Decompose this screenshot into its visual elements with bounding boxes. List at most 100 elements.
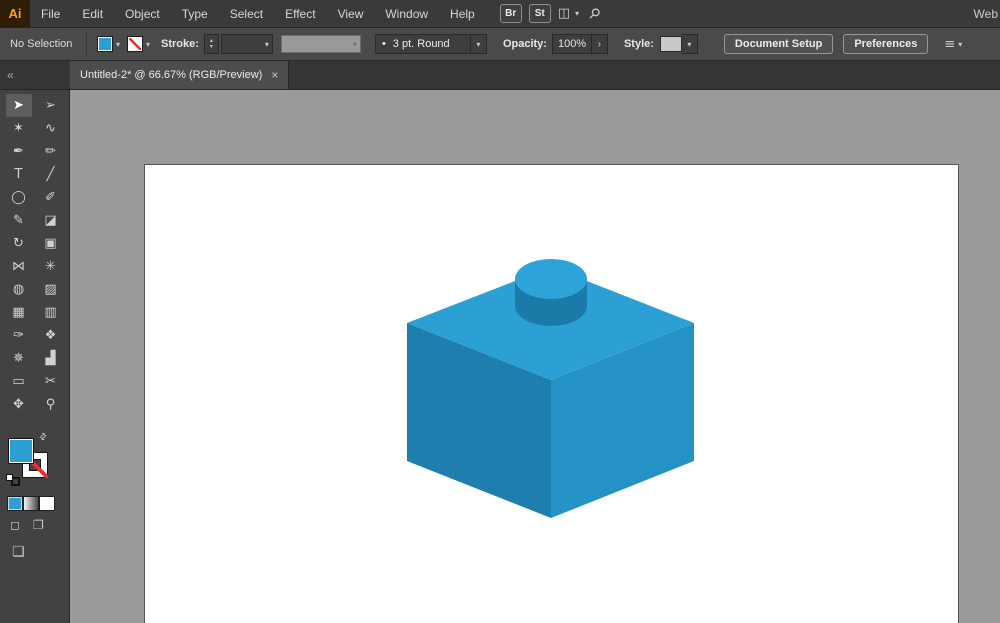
tool-pen-tool[interactable]: ✒ xyxy=(6,140,32,163)
brush-name: 3 pt. Round xyxy=(392,38,450,50)
style-label: Style: xyxy=(623,38,654,50)
chevron-down-icon: ▾ xyxy=(687,39,692,49)
menubar: Ai File Edit Object Type Select Effect V… xyxy=(0,0,1000,28)
preferences-button[interactable]: Preferences xyxy=(843,34,929,54)
tool-type-tool[interactable]: T xyxy=(6,163,32,186)
tool-eraser-tool[interactable]: ◪ xyxy=(38,209,64,232)
opacity-value: 100% xyxy=(557,38,587,50)
collapse-icon: « xyxy=(7,68,14,82)
menu-file[interactable]: File xyxy=(30,0,71,28)
stroke-weight-select[interactable]: ▾ xyxy=(220,34,273,54)
menu-select[interactable]: Select xyxy=(219,0,274,28)
bridge-button[interactable]: Br xyxy=(499,4,522,23)
tool-lasso-tool[interactable]: ∿ xyxy=(38,117,64,140)
menu-window[interactable]: Window xyxy=(374,0,439,28)
search-icon[interactable]: ⚲ xyxy=(585,4,604,23)
brush-dropdown-button[interactable]: ▾ xyxy=(470,34,487,54)
menu-object[interactable]: Object xyxy=(114,0,171,28)
default-fill-stroke-button[interactable] xyxy=(6,474,20,486)
tool-slice-tool[interactable]: ✂ xyxy=(38,370,64,393)
tool-free-transform-tool[interactable]: ✳ xyxy=(38,255,64,278)
tool-perspective-grid-tool[interactable]: ▨ xyxy=(38,278,64,301)
workspace-label[interactable]: Web xyxy=(974,7,998,21)
tool-symbol-sprayer-tool[interactable]: ✵ xyxy=(6,347,32,370)
canvas-artwork xyxy=(407,259,694,518)
chevron-down-icon: ▾ xyxy=(575,9,580,18)
draw-normal-button[interactable]: ◻ xyxy=(10,518,20,532)
gradient-button[interactable] xyxy=(23,496,39,511)
tools-panel: ➤ ➢ ✶ ∿ ✒ ✏ T ╱ ◯ ✐ ✎ ◪ ↻ ▣ ⋈ ✳ ◍ ▨ ▦ ▥ ✑ ❖ ✵ ▟ ▭ ✂ ✥ ⚲ ⇄ ◻ ❐ xyxy=(0,90,70,623)
stroke-color-swatch[interactable] xyxy=(127,36,144,52)
tool-shape-builder-tool[interactable]: ◍ xyxy=(6,278,32,301)
tool-paintbrush-tool[interactable]: ✐ xyxy=(38,186,64,209)
menu-type[interactable]: Type xyxy=(171,0,219,28)
tool-eyedropper-tool[interactable]: ✑ xyxy=(6,324,32,347)
fill-indicator-swatch[interactable] xyxy=(8,438,34,464)
tab-strip: « Untitled-2* @ 66.67% (RGB/Preview) × xyxy=(0,61,1000,90)
draw-behind-button[interactable]: ❐ xyxy=(33,518,44,532)
stepper-down-icon: ▾ xyxy=(209,43,213,50)
tool-width-tool[interactable]: ⋈ xyxy=(6,255,32,278)
stroke-weight-stepper[interactable]: ▴ ▾ xyxy=(203,34,219,54)
arrange-documents-button[interactable]: ◫ ▾ xyxy=(558,6,582,21)
tool-magic-wand-tool[interactable]: ✶ xyxy=(6,117,32,140)
color-mode-buttons xyxy=(7,496,55,511)
color-button[interactable] xyxy=(7,496,23,511)
align-dropdown[interactable]: ≡ ▾ xyxy=(944,37,965,52)
menu-view[interactable]: View xyxy=(327,0,375,28)
menu-edit[interactable]: Edit xyxy=(71,0,114,28)
tool-grid: ➤ ➢ ✶ ∿ ✒ ✏ T ╱ ◯ ✐ ✎ ◪ ↻ ▣ ⋈ ✳ ◍ ▨ ▦ ▥ ✑ ❖ ✵ ▟ ▭ ✂ ✥ ⚲ xyxy=(0,90,69,416)
tool-pencil-tool[interactable]: ✎ xyxy=(6,209,32,232)
tool-gradient-tool[interactable]: ▥ xyxy=(38,301,64,324)
menubar-icon-group: Br St ◫ ▾ ⚲ xyxy=(499,4,603,23)
tool-artboard-tool[interactable]: ▭ xyxy=(6,370,32,393)
stud-top xyxy=(515,259,587,299)
swap-fill-stroke-icon[interactable]: ⇄ xyxy=(38,431,50,443)
opacity-input[interactable]: 100% xyxy=(551,34,592,54)
document-setup-button[interactable]: Document Setup xyxy=(723,34,834,54)
style-dropdown-button[interactable]: ▾ xyxy=(681,34,698,54)
artwork-lego-brick[interactable] xyxy=(407,259,694,518)
stock-button[interactable]: St xyxy=(528,4,551,23)
screen-mode-button[interactable]: ❏ xyxy=(12,544,25,560)
stroke-profile-select[interactable]: ▾ xyxy=(280,35,361,53)
fill-color-swatch[interactable] xyxy=(97,36,113,52)
tool-rotate-tool[interactable]: ↻ xyxy=(6,232,32,255)
fill-chevron-down-icon[interactable]: ▾ xyxy=(113,40,123,49)
style-swatch[interactable] xyxy=(659,36,682,52)
tool-mesh-tool[interactable]: ▦ xyxy=(6,301,32,324)
none-button[interactable] xyxy=(39,496,55,511)
canvas-area[interactable] xyxy=(70,90,1000,623)
illustrator-window: Ai File Edit Object Type Select Effect V… xyxy=(0,0,1000,623)
opacity-flyout-button[interactable]: › xyxy=(591,34,608,54)
menu-effect[interactable]: Effect xyxy=(274,0,326,28)
drawing-mode-buttons: ◻ ❐ xyxy=(0,518,70,532)
tool-curvature-tool[interactable]: ✏ xyxy=(38,140,64,163)
opacity-label: Opacity: xyxy=(502,38,547,50)
tool-scale-tool[interactable]: ▣ xyxy=(38,232,64,255)
tool-ellipse-tool[interactable]: ◯ xyxy=(6,186,32,209)
document-tab[interactable]: Untitled-2* @ 66.67% (RGB/Preview) × xyxy=(70,61,290,89)
stroke-label: Stroke: xyxy=(161,38,199,50)
document-tab-title: Untitled-2* @ 66.67% (RGB/Preview) xyxy=(80,69,263,81)
chevron-down-icon: ▾ xyxy=(352,39,357,49)
mini-fill-swatch xyxy=(6,474,13,481)
tool-line-segment-tool[interactable]: ╱ xyxy=(38,163,64,186)
tool-column-graph-tool[interactable]: ▟ xyxy=(38,347,64,370)
brush-select[interactable]: • 3 pt. Round xyxy=(374,34,471,54)
chevron-down-icon: ▾ xyxy=(264,39,269,49)
close-icon[interactable]: × xyxy=(271,69,278,81)
tool-selection-tool[interactable]: ➤ xyxy=(5,94,32,117)
menu-help[interactable]: Help xyxy=(439,0,486,28)
tool-hand-tool[interactable]: ✥ xyxy=(6,393,32,416)
control-bar: No Selection ▾ ▾ Stroke: ▴ ▾ ▾ ▾ • 3 pt.… xyxy=(0,28,1000,61)
tool-blend-tool[interactable]: ❖ xyxy=(38,324,64,347)
tool-direct-selection-tool[interactable]: ➢ xyxy=(38,94,64,117)
align-icon: ≡ xyxy=(944,36,956,52)
tool-zoom-tool[interactable]: ⚲ xyxy=(38,393,64,416)
stroke-chevron-down-icon[interactable]: ▾ xyxy=(143,40,153,49)
chevron-down-icon: ▾ xyxy=(476,39,481,49)
selection-status: No Selection xyxy=(10,38,73,50)
toolbar-collapse-button[interactable]: « xyxy=(0,61,70,89)
chevron-down-icon: ▾ xyxy=(958,39,963,49)
